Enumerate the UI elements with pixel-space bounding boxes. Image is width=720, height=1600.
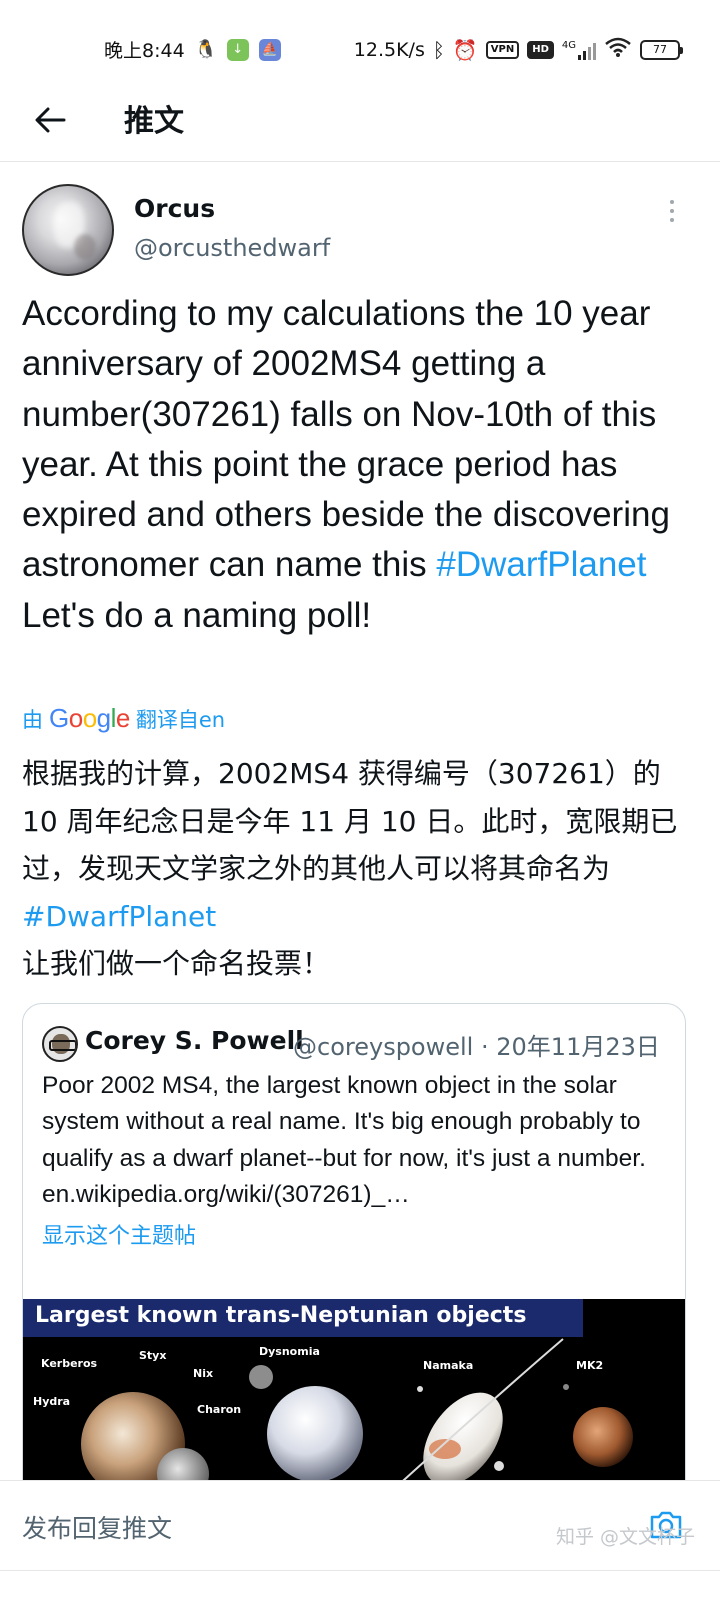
qq-icon: 🐧 [194,38,217,61]
status-bar-right: 12.5K/s ᛒ ⏰ VPN HD 4G 77 [353,36,683,63]
translated-body: 根据我的计算，2002MS4 获得编号（307261）的 10 周年纪念日是今年… [22,757,678,885]
more-options-button[interactable] [660,196,684,226]
watermark: 知乎 @文文杯子 [556,1526,696,1548]
top-app-bar: 推文 [0,80,720,162]
bluetooth-icon: ᛒ [432,37,445,62]
quoted-meta: @coreyspowell · 20年11月23日 [293,1027,660,1062]
tweet-text: According to my calculations the 10 year… [22,289,702,641]
show-thread-link[interactable]: 显示这个主题帖 [42,1219,672,1255]
translated-body-end: 让我们做一个命名投票！ [22,947,331,980]
wifi-icon [604,36,632,63]
more-dot-icon [670,218,674,222]
author-handle[interactable]: @orcusthedwarf [134,234,330,262]
quoted-author-handle: @coreyspowell [293,1033,474,1061]
alarm-icon: ⏰ [452,37,478,62]
download-icon: ↓ [226,38,249,61]
quoted-date: 20年11月23日 [496,1033,660,1061]
quoted-author-name: Corey S. Powell [85,1026,304,1055]
translation-suffix: 翻译自en [135,707,226,732]
more-dot-icon [670,200,674,204]
google-logo: Google [49,703,130,733]
battery-icon: 77 [640,39,683,60]
network-type: 4G [561,39,576,51]
tweet-body: According to my calculations the 10 year… [22,294,670,585]
signal-icon: 4G [562,40,596,60]
label-hydra: Hydra [33,1395,71,1408]
meta-separator: · [480,1033,489,1061]
page-title: 推文 [124,104,184,139]
translation-prefix: 由 [22,707,43,732]
label-mk2: MK2 [576,1359,604,1372]
quoted-body: Poor 2002 MS4, the largest known object … [42,1072,646,1208]
quoted-tweet-card[interactable]: Corey S. Powell @coreyspowell · 20年11月23… [22,1003,686,1523]
translated-text: 根据我的计算，2002MS4 获得编号（307261）的 10 周年纪念日是今年… [22,750,702,988]
back-button[interactable] [28,98,72,142]
label-kerberos: Kerberos [41,1357,98,1370]
navigation-bar-area [0,1570,720,1600]
tweet-body-end: Let's do a naming poll! [22,595,372,635]
status-bar: 晚上8:44 🐧 ↓ ⛵ 12.5K/s ᛒ ⏰ VPN HD 4G 77 [0,0,720,80]
author-avatar[interactable] [22,184,114,276]
translation-attribution[interactable]: 由 Google 翻译自en [22,703,225,734]
arrow-left-icon [35,107,66,133]
more-dot-icon [670,209,674,213]
boat-app-icon: ⛵ [258,38,281,61]
label-styx: Styx [139,1349,167,1362]
status-bar-left: 晚上8:44 🐧 ↓ ⛵ [104,36,281,63]
label-namaka: Namaka [423,1359,474,1372]
author-name[interactable]: Orcus [134,194,215,223]
status-time: 晚上8:44 [104,40,185,62]
label-nix: Nix [193,1367,214,1380]
quoted-text: Poor 2002 MS4, the largest known object … [42,1068,672,1255]
translated-hashtag-link[interactable]: #DwarfPlanet [22,900,216,933]
label-charon: Charon [197,1403,242,1416]
label-dysnomia: Dysnomia [259,1345,320,1358]
hashtag-link[interactable]: #DwarfPlanet [436,545,646,584]
reply-input[interactable]: 发布回复推文 [22,1509,172,1545]
hd-badge: HD [527,40,554,59]
quoted-author-avatar [42,1026,78,1062]
vpn-badge: VPN [485,40,520,59]
network-speed: 12.5K/s [353,38,425,61]
